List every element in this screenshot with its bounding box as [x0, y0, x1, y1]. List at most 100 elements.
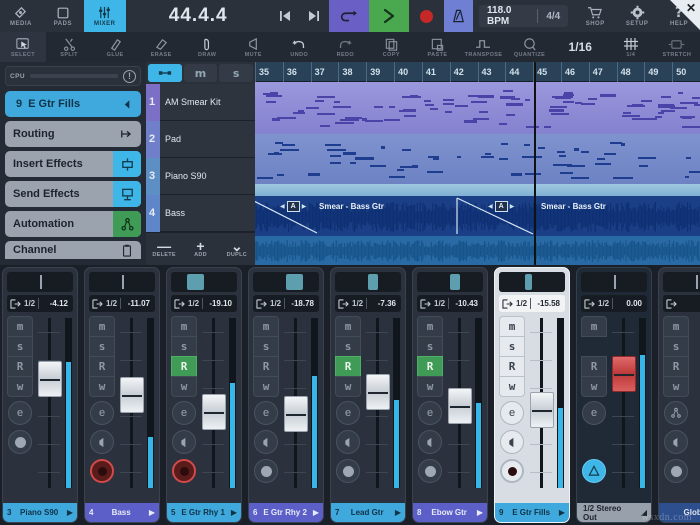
- channel-solo-button[interactable]: s: [253, 336, 279, 357]
- channel-expand-icon[interactable]: ▶: [395, 508, 401, 517]
- master-pan-control[interactable]: [581, 272, 647, 292]
- channel-write-button[interactable]: w: [7, 376, 33, 397]
- volume-fader[interactable]: [448, 388, 472, 424]
- media-button[interactable]: MEDIA: [0, 0, 42, 32]
- fader-zone[interactable]: [282, 316, 319, 499]
- channel-mute-button[interactable]: m: [7, 316, 33, 337]
- ruler-bar[interactable]: 43: [478, 62, 506, 82]
- channel-name-bar[interactable]: 8Ebow Gtr▶: [413, 503, 487, 522]
- ruler-bar[interactable]: 39: [366, 62, 394, 82]
- tool-draw[interactable]: DRAW: [184, 32, 230, 62]
- volume-fader[interactable]: [366, 374, 390, 410]
- channel-write-button[interactable]: w: [89, 376, 115, 397]
- global-output-row[interactable]: [663, 295, 700, 312]
- go-to-start-button[interactable]: [271, 0, 300, 32]
- ruler-bar[interactable]: 50: [672, 62, 700, 82]
- arrange-timeline[interactable]: 35363738394041424344454647484950 Smear -…: [255, 62, 700, 265]
- go-to-end-button[interactable]: [300, 0, 329, 32]
- master-read-button[interactable]: R: [581, 356, 607, 377]
- ruler-bar[interactable]: 36: [283, 62, 311, 82]
- mixer-channel-strip[interactable]: 1/2-18.78msRwe6E Gtr Rhy 2▶: [248, 267, 324, 523]
- mono-listen-icon[interactable]: [582, 459, 606, 483]
- channel-expand-icon[interactable]: ▶: [67, 508, 73, 517]
- lane-egtr[interactable]: [255, 236, 700, 265]
- channel-name-bar[interactable]: 5E Gtr Rhy 1▶: [167, 503, 241, 522]
- duplicate-track-button[interactable]: ⌄ DUPLC: [219, 233, 255, 265]
- channel-output-row[interactable]: 1/2-18.78: [253, 295, 319, 312]
- ruler-bar[interactable]: 46: [561, 62, 589, 82]
- volume-fader[interactable]: [120, 377, 144, 413]
- pan-control[interactable]: [335, 272, 401, 292]
- inspector-item-routing[interactable]: Routing: [5, 121, 141, 147]
- mute-all-toggle[interactable]: m: [184, 64, 218, 82]
- tool-glue[interactable]: GLUE: [92, 32, 138, 62]
- lane-pad[interactable]: [255, 134, 700, 184]
- channel-solo-button[interactable]: s: [89, 336, 115, 357]
- channel-expand-icon[interactable]: ▶: [477, 508, 483, 517]
- track-view-toggle[interactable]: [148, 64, 182, 82]
- global-write-button[interactable]: w: [663, 376, 689, 397]
- tool-select[interactable]: SELECT: [0, 32, 46, 62]
- channel-expand-icon[interactable]: ▶: [231, 508, 237, 517]
- delete-track-button[interactable]: — DELETE: [146, 233, 182, 265]
- pan-control[interactable]: [499, 272, 565, 292]
- lane-am-smear-kit[interactable]: [255, 82, 700, 134]
- global-channel-strip[interactable]: msRwGlobal: [658, 267, 700, 523]
- listen-button[interactable]: [336, 430, 360, 454]
- master-output-row[interactable]: 1/20.00: [581, 295, 647, 312]
- volume-fader[interactable]: [284, 396, 308, 432]
- channel-name-bar[interactable]: 4Bass▶: [85, 503, 159, 522]
- master-edit-button[interactable]: e: [582, 401, 606, 425]
- channel-read-button[interactable]: R: [335, 356, 361, 377]
- setup-button[interactable]: SETUP: [616, 0, 658, 32]
- record-arm-button[interactable]: [90, 459, 114, 483]
- record-arm-button[interactable]: [254, 459, 278, 483]
- channel-mute-button[interactable]: m: [335, 316, 361, 337]
- listen-button[interactable]: [254, 430, 278, 454]
- fader-zone[interactable]: [446, 316, 483, 499]
- grid-button[interactable]: 1/4: [608, 32, 654, 62]
- ruler-bar[interactable]: 35: [255, 62, 283, 82]
- ruler-bar[interactable]: 42: [450, 62, 478, 82]
- channel-expand-icon[interactable]: ▶: [313, 508, 319, 517]
- channel-read-button[interactable]: R: [171, 356, 197, 377]
- tool-mute[interactable]: MUTE: [230, 32, 276, 62]
- record-arm-button[interactable]: [336, 459, 360, 483]
- fader-zone[interactable]: [36, 316, 73, 499]
- time-display[interactable]: 44.4.4: [126, 0, 271, 32]
- channel-write-button[interactable]: w: [335, 376, 361, 397]
- fader-zone[interactable]: [118, 316, 155, 499]
- global-fader-zone[interactable]: [692, 316, 700, 499]
- channel-mute-button[interactable]: m: [89, 316, 115, 337]
- tool-quantize[interactable]: QUANTIZE: [507, 32, 553, 62]
- insert-effects-icon[interactable]: [113, 151, 141, 177]
- channel-mute-button[interactable]: m: [253, 316, 279, 337]
- listen-button[interactable]: [418, 430, 442, 454]
- solo-all-toggle[interactable]: s: [219, 64, 253, 82]
- channel-output-row[interactable]: 1/2-4.12: [7, 295, 73, 312]
- tempo-signature-display[interactable]: 118.0 BPM 4/4: [479, 5, 568, 27]
- pan-control[interactable]: [417, 272, 483, 292]
- global-solo-button[interactable]: s: [663, 336, 689, 357]
- global-pan-control[interactable]: [663, 272, 700, 292]
- edit-button[interactable]: e: [254, 401, 278, 425]
- send-effects-icon[interactable]: [113, 181, 141, 207]
- timeline-ruler[interactable]: 35363738394041424344454647484950: [255, 62, 700, 82]
- track-row[interactable]: 4 Bass: [146, 195, 255, 232]
- mixer-channel-strip[interactable]: 1/2-15.58msRwe9E Gtr Fills▶: [494, 267, 570, 523]
- master-fader-zone[interactable]: [610, 316, 647, 499]
- fader-zone[interactable]: [200, 316, 237, 499]
- edit-button[interactable]: e: [500, 401, 524, 425]
- channel-mute-button[interactable]: m: [171, 316, 197, 337]
- master-name-bar[interactable]: 1/2 Stereo Out◢: [577, 503, 651, 522]
- track-row[interactable]: 3 Piano S90: [146, 158, 255, 195]
- channel-write-button[interactable]: w: [499, 376, 525, 397]
- tool-split[interactable]: SPLIT: [46, 32, 92, 62]
- inspector-channel-header[interactable]: 9 E Gtr Fills: [5, 91, 141, 117]
- record-arm-button[interactable]: [172, 459, 196, 483]
- edit-button[interactable]: e: [418, 401, 442, 425]
- master-write-button[interactable]: w: [581, 376, 607, 397]
- channel-expand-icon[interactable]: ▶: [559, 508, 565, 517]
- ruler-bar[interactable]: 40: [394, 62, 422, 82]
- global-automation-icon[interactable]: [664, 401, 688, 425]
